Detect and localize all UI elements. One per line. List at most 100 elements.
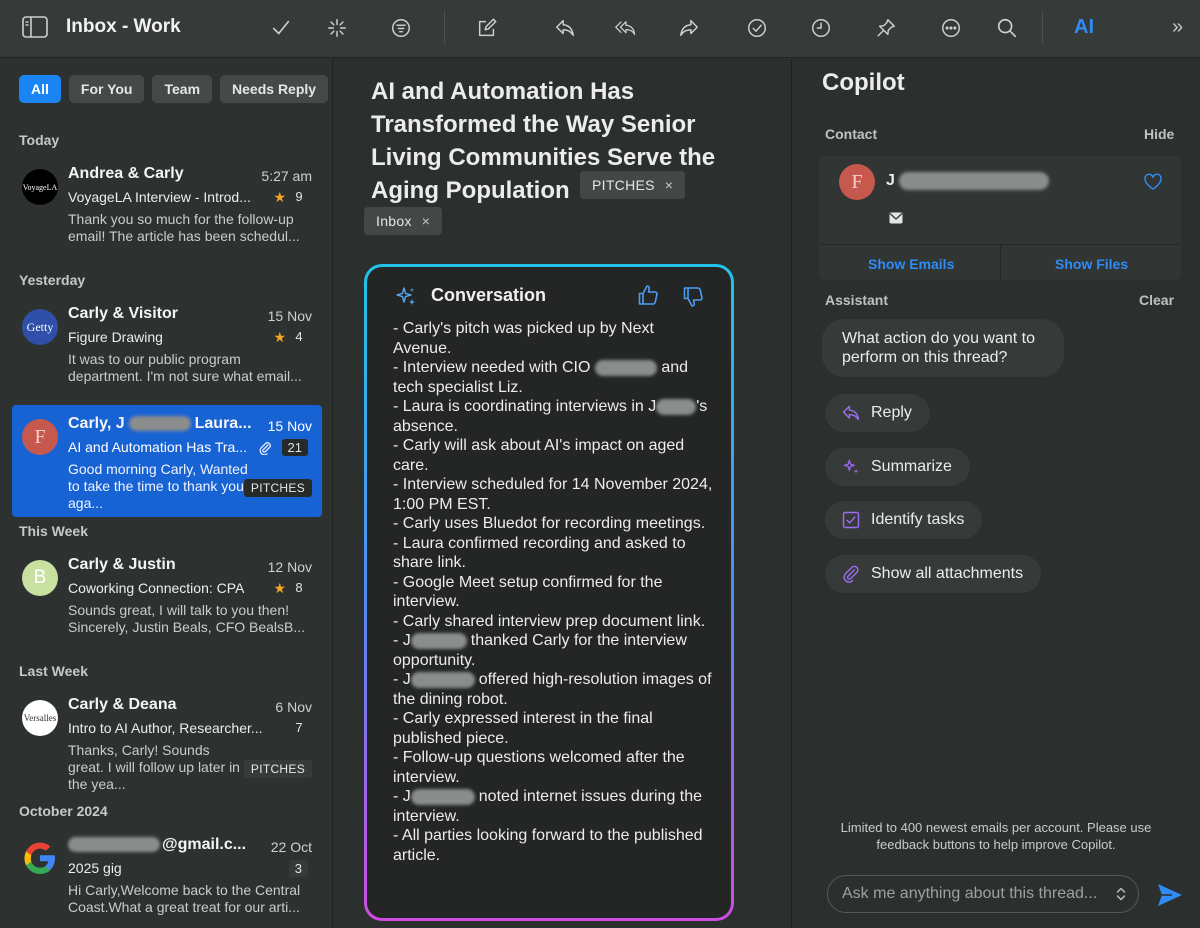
forward-icon[interactable] — [676, 15, 702, 41]
envelope-icon[interactable] — [889, 212, 903, 224]
more-icon[interactable] — [938, 15, 964, 41]
search-icon[interactable] — [994, 15, 1020, 41]
list-item[interactable]: Versalles Carly & Deana 6 Nov Intro to A… — [12, 686, 322, 798]
mail-preview: Thank you so much for the follow-up emai… — [68, 211, 300, 244]
star-icon[interactable]: ★ — [273, 189, 286, 206]
ask-copilot-input[interactable] — [827, 875, 1139, 913]
thread-count: 4 — [295, 329, 303, 344]
mail-subject: Intro to AI Author, Researcher... — [68, 720, 263, 736]
mail-preview: Hi Carly,Welcome back to the Central Coa… — [68, 882, 301, 915]
ai-button[interactable]: AI — [1074, 16, 1094, 39]
mail-from-part: Laura... — [194, 415, 252, 432]
paperclip-icon — [259, 442, 271, 455]
tab-needs-reply[interactable]: Needs Reply — [220, 75, 329, 103]
bullet: - Laura is coordinating interviews in J '… — [393, 397, 713, 436]
action-label: Reply — [871, 404, 912, 421]
pin-icon[interactable] — [873, 15, 899, 41]
paperclip-icon — [843, 565, 859, 583]
conversation-summary-card: Conversation - Carly's pitch was picked … — [364, 264, 734, 921]
google-icon — [22, 840, 58, 876]
bullet-part: - Interview needed with CIO — [393, 359, 591, 376]
reply-all-icon[interactable] — [613, 15, 639, 41]
bullet: - Follow-up questions welcomed after the… — [393, 749, 685, 786]
tab-for-you[interactable]: For You — [68, 75, 145, 103]
assistant-message: What action do you want to perform on th… — [822, 319, 1064, 377]
tab-team[interactable]: Team — [152, 75, 213, 103]
mail-from: Carly & Justin — [68, 556, 176, 573]
close-icon[interactable]: × — [665, 177, 673, 193]
section-october-2024: October 2024 — [19, 803, 108, 819]
show-attachments-action-button[interactable]: Show all attachments — [825, 555, 1042, 593]
conversation-title: Conversation — [431, 285, 547, 305]
list-item[interactable]: Getty Carly & Visitor 15 Nov Figure Draw… — [12, 295, 322, 407]
contact-label: Contact — [825, 126, 878, 142]
contact-avatar: F — [839, 164, 875, 200]
sidebar-icon[interactable] — [22, 16, 48, 38]
clock-icon[interactable] — [808, 15, 834, 41]
thread-count: 3 — [288, 860, 308, 877]
thread-count: 9 — [295, 189, 303, 204]
send-icon[interactable] — [1156, 881, 1184, 909]
stepper-icon[interactable] — [1115, 885, 1127, 903]
filter-icon[interactable] — [388, 15, 414, 41]
reply-action-button[interactable]: Reply — [825, 394, 930, 432]
checkbox-icon — [842, 511, 860, 529]
toolbar: Inbox - Work AI » — [0, 0, 1200, 58]
mail-date: 15 Nov — [267, 418, 312, 434]
mail-date: 5:27 am — [261, 168, 312, 184]
avatar: Getty — [22, 309, 58, 345]
list-item[interactable]: @gmail.c... 22 Oct 2025 gig 3 Hi Carly,W… — [12, 826, 322, 928]
checkmark-icon[interactable] — [268, 15, 294, 41]
mail-subject: VoyageLA Interview - Introd... — [68, 189, 251, 205]
show-emails-button[interactable]: Show Emails — [868, 256, 954, 272]
redacted-name — [410, 671, 475, 688]
thumbs-up-icon[interactable] — [636, 283, 660, 307]
list-item[interactable]: VoyageLA Andrea & Carly 5:27 am VoyageLA… — [12, 155, 322, 267]
bullet: - Interview scheduled for 14 November 20… — [393, 476, 713, 513]
copilot-footnote: Limited to 400 newest emails per account… — [840, 820, 1152, 852]
list-item-selected[interactable]: F Carly, J Laura... 15 Nov AI and Automat… — [12, 405, 322, 517]
avatar-letter: F — [851, 170, 863, 193]
reply-icon — [842, 405, 860, 421]
reply-icon[interactable] — [552, 15, 578, 41]
redacted-name — [898, 172, 1049, 190]
app-title: Inbox - Work — [66, 16, 181, 37]
tag-chip-inbox[interactable]: Inbox × — [364, 207, 443, 235]
bullet: - Carly shared interview prep document l… — [393, 612, 706, 630]
compose-icon[interactable] — [474, 15, 500, 41]
done-icon[interactable] — [744, 15, 770, 41]
heart-icon[interactable] — [1143, 172, 1163, 192]
copilot-panel: Copilot Contact Hide F J Show Emails Sho… — [793, 59, 1200, 928]
mail-from: Carly, J Laura... — [68, 415, 252, 433]
conversation-summary-inner: Conversation - Carly's pitch was picked … — [367, 267, 731, 918]
thread-count: 7 — [295, 720, 303, 735]
bullet: - Google Meet setup confirmed for the in… — [393, 573, 663, 611]
star-icon[interactable]: ★ — [273, 580, 286, 597]
identify-tasks-action-button[interactable]: Identify tasks — [825, 501, 983, 539]
sparkle-icon[interactable] — [324, 15, 350, 41]
mail-from: Carly & Visitor — [68, 305, 178, 322]
list-item[interactable]: B Carly & Justin 12 Nov Coworking Connec… — [12, 546, 322, 658]
bullet: - Interview needed with CIO and tech spe… — [393, 358, 713, 397]
avatar: F — [22, 419, 58, 455]
star-icon[interactable]: ★ — [273, 329, 286, 346]
close-icon[interactable]: × — [422, 213, 430, 229]
assistant-label: Assistant — [825, 292, 889, 308]
overflow-chevron-icon[interactable]: » — [1172, 16, 1183, 39]
thumbs-down-icon[interactable] — [681, 285, 705, 309]
tag-chip-pitches[interactable]: PITCHES × — [580, 171, 686, 199]
show-files-button[interactable]: Show Files — [1055, 256, 1128, 272]
clear-button[interactable]: Clear — [1139, 292, 1174, 308]
summarize-action-button[interactable]: Summarize — [825, 448, 970, 486]
hide-button[interactable]: Hide — [1144, 126, 1174, 142]
thread-count: 21 — [281, 439, 308, 456]
contact-name[interactable]: J — [886, 172, 1049, 190]
mail-preview: Thanks, Carly! Sounds great. I will foll… — [68, 742, 240, 792]
tab-all[interactable]: All — [19, 75, 61, 103]
mail-date: 22 Oct — [270, 839, 312, 855]
bullet: - Jthanked Carly for the interview oppor… — [393, 631, 713, 670]
mail-subject: Figure Drawing — [68, 329, 163, 345]
chip-label: Inbox — [376, 213, 412, 229]
sparkle-icon — [843, 459, 859, 474]
mail-date: 15 Nov — [267, 308, 312, 324]
